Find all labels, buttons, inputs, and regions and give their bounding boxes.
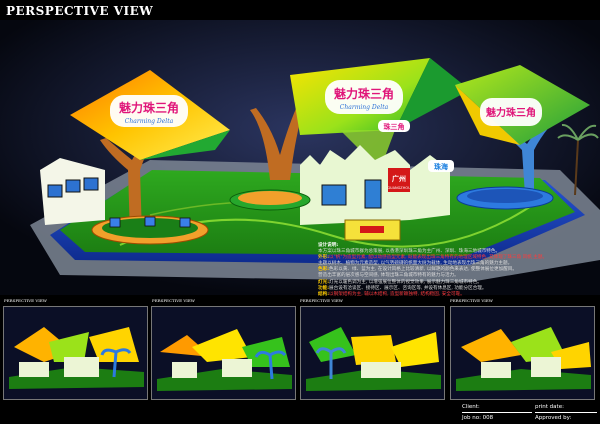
- footer-rule: [462, 412, 532, 413]
- kiosk-screen: [144, 216, 156, 227]
- right-sign-chinese: 魅力珠三角: [486, 106, 536, 119]
- approved-by-label: Approved by:: [535, 415, 572, 421]
- kiosk-screen: [109, 217, 121, 228]
- left-screen: [83, 177, 99, 191]
- center-counter-inner: [238, 191, 302, 205]
- thumbnail-render: [451, 307, 594, 399]
- right-counter-inner: [467, 189, 543, 203]
- guangzhou-panel-chinese: 广州: [392, 174, 406, 183]
- kiosk-screen: [179, 217, 191, 228]
- page-title: PERSPECTIVE VIEW: [6, 4, 154, 18]
- thumbnail-render: [152, 307, 295, 399]
- center-small-sign-text: 珠三角: [384, 122, 405, 131]
- center-tall-screen: [364, 179, 382, 209]
- presentation-board: PERSPECTIVE VIEW 魅力珠三角 Charming Delta 魅力…: [0, 0, 600, 424]
- job-number-label: Job no: 008: [462, 415, 494, 421]
- reception-logo: [360, 226, 384, 233]
- thumbnail-view-3: [300, 306, 445, 400]
- thumbnail-render: [301, 307, 444, 399]
- thumbnail-strip: [0, 298, 600, 402]
- thumbnail-render: [4, 307, 147, 399]
- left-sign-english: Charming Delta: [125, 118, 174, 125]
- thumbnail-view-4: [450, 306, 595, 400]
- footer-rule: [535, 412, 597, 413]
- design-notes: 设计说明: 本方案以珠三角城市群为总策展, 以香港深圳珠三角为主广州、深圳、珠海…: [318, 243, 588, 298]
- client-label: Client:: [462, 404, 480, 410]
- notes-line: 结构:以钢架结构为主, 辅以木结构, 造型新颖独特, 结构稳固, 安全可靠。: [318, 291, 465, 297]
- guangzhou-panel-english: GUANGZHOU: [387, 186, 411, 190]
- center-sign-english: Charming Delta: [340, 104, 389, 111]
- left-screen: [47, 184, 63, 198]
- zhuhai-sign-text: 珠海: [434, 162, 448, 171]
- thumbnail-view-2: [151, 306, 296, 400]
- print-date-label: print date:: [535, 404, 564, 410]
- center-screen: [321, 184, 347, 206]
- title-block: Client: Job no: 008 print date: Approved…: [0, 400, 600, 424]
- center-sign-chinese: 魅力珠三角: [334, 86, 394, 101]
- left-sign-chinese: 魅力珠三角: [119, 100, 179, 115]
- left-screen: [65, 179, 81, 193]
- thumbnail-view-1: [3, 306, 148, 400]
